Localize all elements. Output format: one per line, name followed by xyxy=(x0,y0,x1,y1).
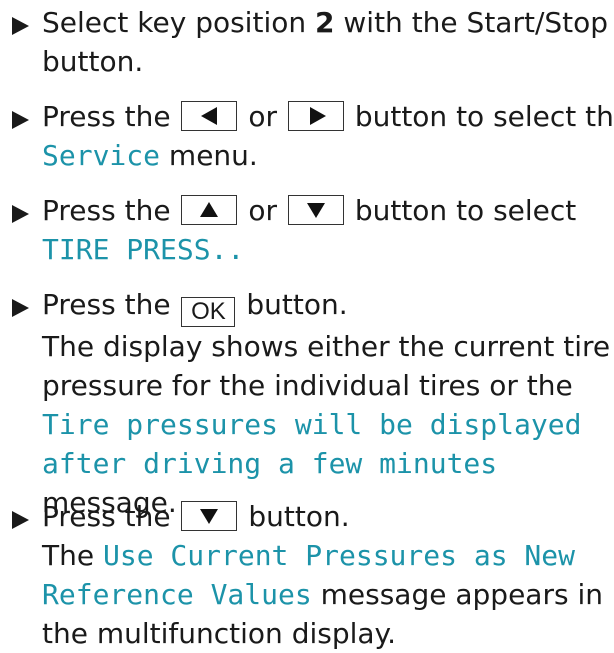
step-2-text-e: menu. xyxy=(168,139,258,172)
step-arrow-icon xyxy=(12,17,29,35)
up-arrow-key-icon xyxy=(181,195,238,225)
tire-pressures-message-line-1: Tire pressures will be displayed xyxy=(42,408,582,441)
tire-press-display-text: TIRE PRESS.. xyxy=(42,233,245,266)
step-1-text-a: Select key position xyxy=(42,6,315,39)
step-5: Press the button. The Use Current Pressu… xyxy=(0,497,614,653)
step-arrow-icon xyxy=(12,299,29,317)
step-5-text-f: message appears in xyxy=(320,578,603,611)
step-2: Press the or button to select the Servic… xyxy=(0,97,614,175)
step-3: Press the or button to select TIRE PRESS… xyxy=(0,191,614,269)
ok-key: OK xyxy=(181,297,236,327)
step-5-text-a: Press the xyxy=(42,500,171,533)
use-current-pressures-message-line-1: Use Current Pressures as New xyxy=(102,539,575,572)
step-3-text-b: or xyxy=(248,194,278,227)
step-5-text-b: button. xyxy=(248,500,350,533)
service-menu-display-text: Service xyxy=(42,139,161,172)
step-1-text-c: with the Start/Stop xyxy=(334,6,609,39)
left-arrow-key-icon xyxy=(181,101,238,131)
tire-pressures-message-line-2: after driving a few minutes xyxy=(42,447,498,480)
step-arrow-icon xyxy=(12,205,29,223)
step-4-text-c: The display shows either the current tir… xyxy=(42,330,611,363)
step-1-text-d: button. xyxy=(42,45,144,78)
step-4-text-a: Press the xyxy=(42,288,171,321)
step-4-text-d: pressure for the individual tires or the xyxy=(42,369,573,402)
step-4: Press the OK button. The display shows e… xyxy=(0,285,614,522)
step-5-text-c: The xyxy=(42,539,95,572)
step-3-text-c: button to select xyxy=(354,194,577,227)
step-2-text-c: button to select the xyxy=(354,100,614,133)
right-arrow-key-icon xyxy=(287,101,344,131)
step-arrow-icon xyxy=(12,111,29,129)
use-current-pressures-message-line-2: Reference Values xyxy=(42,578,312,611)
step-3-text-a: Press the xyxy=(42,194,171,227)
step-arrow-icon xyxy=(12,511,29,529)
step-2-text-a: Press the xyxy=(42,100,171,133)
down-arrow-key-icon xyxy=(181,501,238,531)
step-1: Select key position 2 with the Start/Sto… xyxy=(0,3,614,81)
down-arrow-key-icon xyxy=(287,195,344,225)
step-2-text-b: or xyxy=(248,100,278,133)
key-position-number: 2 xyxy=(315,6,335,39)
step-5-text-g: the multifunction display. xyxy=(42,617,397,650)
step-4-text-b: button. xyxy=(246,288,348,321)
